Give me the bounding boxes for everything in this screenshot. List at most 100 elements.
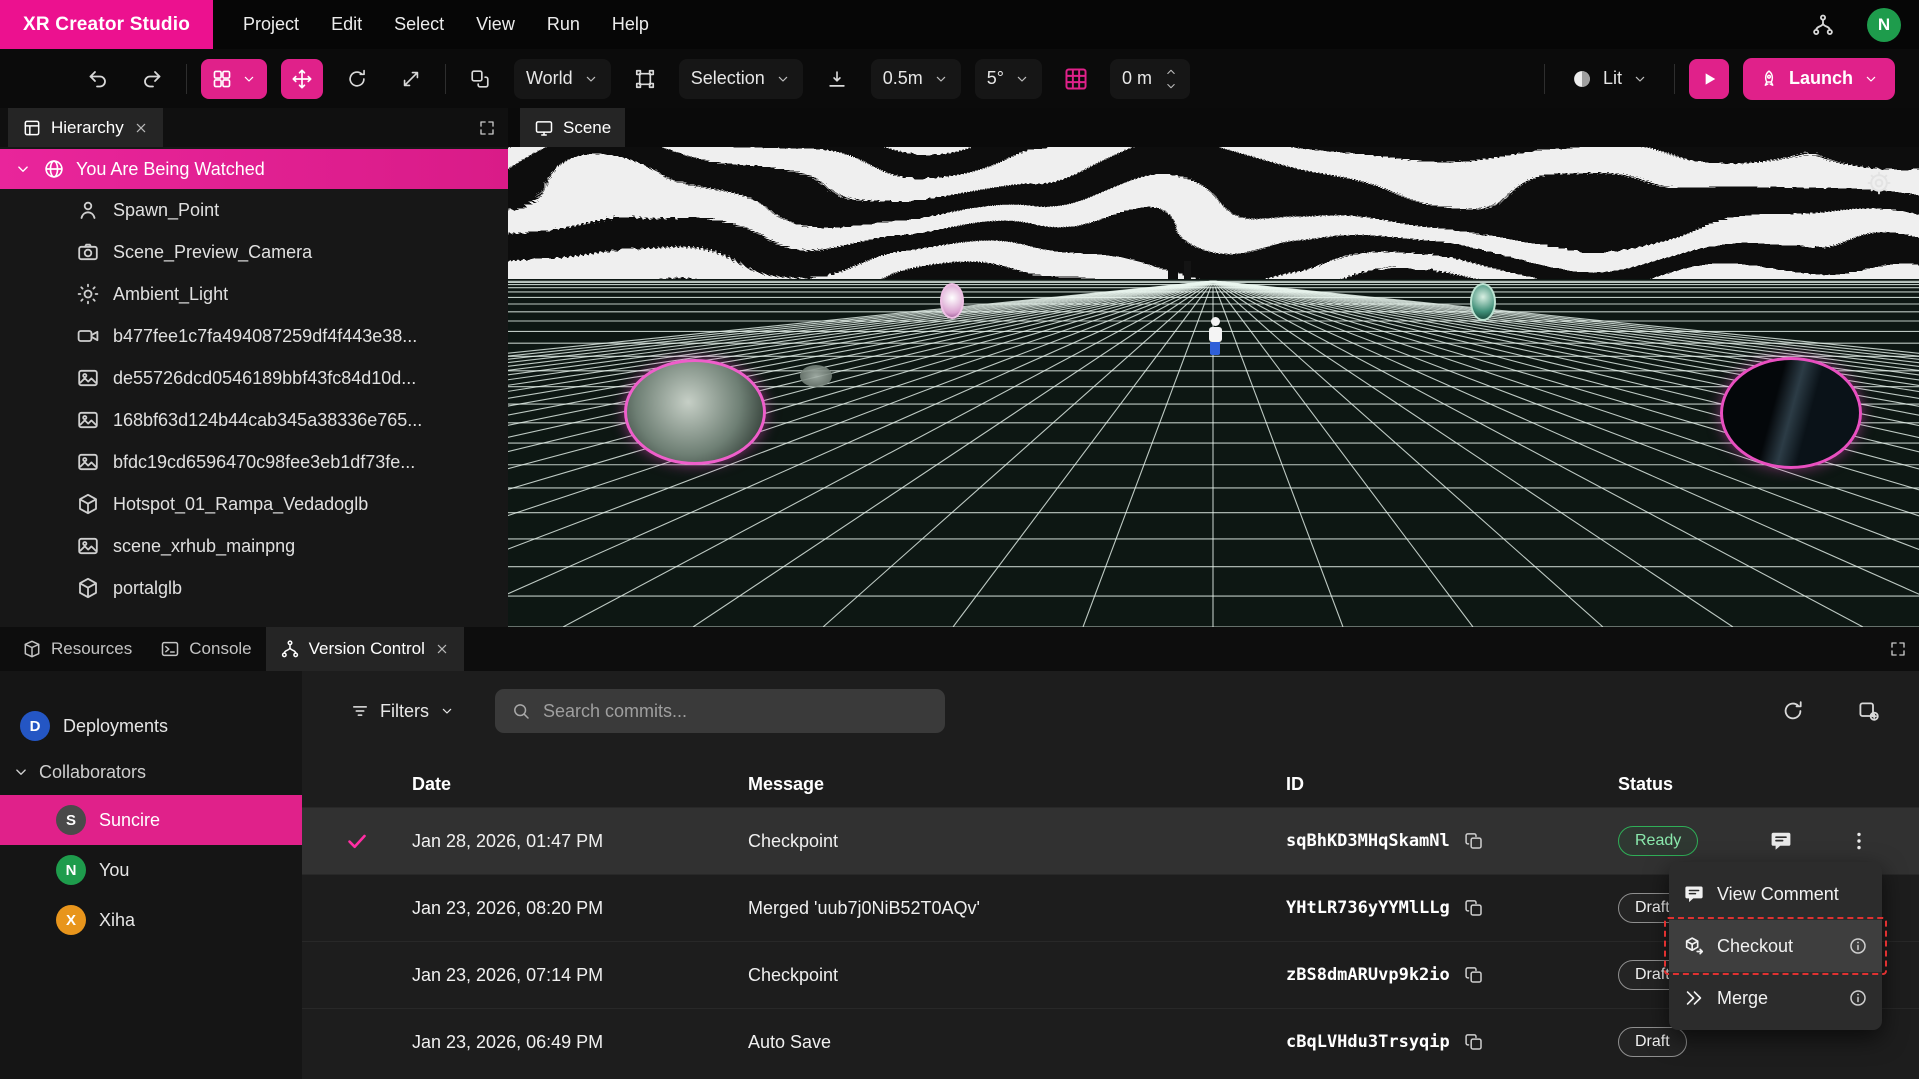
rotate-tool-button[interactable] [337, 59, 377, 99]
drop-to-ground-button[interactable] [817, 59, 857, 99]
tab-scene[interactable]: Scene [520, 108, 625, 147]
tab-console[interactable]: Console [146, 627, 265, 671]
video-icon [76, 324, 100, 348]
checkout-icon [1683, 935, 1705, 957]
copy-id-button[interactable] [1464, 1032, 1484, 1052]
undo-button[interactable] [78, 59, 118, 99]
play-icon [1699, 69, 1719, 89]
move-snap-select[interactable]: 0.5m [871, 59, 961, 99]
hierarchy-item-0[interactable]: Spawn_Point [0, 189, 508, 231]
hierarchy-item-3[interactable]: b477fee1c7fa494087259df4f443e38... [0, 315, 508, 357]
pivot-select[interactable]: Selection [679, 59, 803, 99]
tab-version-control-label: Version Control [309, 639, 425, 659]
collaborator-suncire[interactable]: S Suncire [0, 795, 302, 845]
redo-button[interactable] [132, 59, 172, 99]
collaborator-name: Suncire [99, 810, 160, 831]
menu-select[interactable]: Select [378, 0, 460, 49]
hierarchy-item-2[interactable]: Ambient_Light [0, 273, 508, 315]
hierarchy-item-7[interactable]: Hotspot_01_Rampa_Vedadoglb [0, 483, 508, 525]
rotate-snap-select[interactable]: 5° [975, 59, 1042, 99]
tab-version-control[interactable]: Version Control [266, 627, 464, 671]
render-mode-select[interactable]: Lit [1559, 59, 1660, 99]
menu-view[interactable]: View [460, 0, 531, 49]
commit-settings-button[interactable] [1849, 691, 1889, 731]
hierarchy-item-label: Ambient_Light [113, 284, 228, 305]
bottom-panel: Resources Console Version Control D Depl… [0, 627, 1919, 1079]
hierarchy-root-item[interactable]: You Are Being Watched [0, 149, 508, 189]
comment-button[interactable] [1769, 829, 1793, 853]
menu-project[interactable]: Project [227, 0, 315, 49]
menu-run[interactable]: Run [531, 0, 596, 49]
search-commits-input[interactable] [543, 701, 929, 722]
world-select[interactable]: World [514, 59, 611, 99]
close-icon[interactable] [133, 120, 149, 136]
copy-id-button[interactable] [1464, 898, 1484, 918]
transform-space-button[interactable] [460, 59, 500, 99]
decrement-icon[interactable] [1164, 79, 1178, 93]
light-icon [76, 282, 100, 306]
play-button[interactable] [1689, 59, 1729, 99]
copy-id-button[interactable] [1464, 965, 1484, 985]
menu-help[interactable]: Help [596, 0, 665, 49]
hierarchy-tree: You Are Being Watched Spawn_PointScene_P… [0, 147, 508, 627]
image-icon [76, 450, 100, 474]
increment-icon[interactable] [1164, 65, 1178, 79]
elevation-stepper[interactable]: 0 m [1110, 59, 1190, 99]
menu-edit[interactable]: Edit [315, 0, 378, 49]
hierarchy-item-6[interactable]: bfdc19cd6596470c98fee3eb1df73fe... [0, 441, 508, 483]
menu-bar: XR Creator Studio ProjectEditSelectViewR… [0, 0, 1919, 49]
portal-left[interactable] [624, 359, 766, 465]
tab-resources[interactable]: Resources [8, 627, 146, 671]
tab-console-label: Console [189, 639, 251, 659]
collaboration-graph-button[interactable] [1803, 5, 1843, 45]
hierarchy-item-4[interactable]: de55726dcd0546189bbf43fc84d10d... [0, 357, 508, 399]
hierarchy-item-5[interactable]: 168bf63d124b44cab345a38336e765... [0, 399, 508, 441]
collaborator-xiha[interactable]: X Xiha [0, 895, 302, 945]
portal-right[interactable] [1720, 357, 1862, 469]
scene-avatar[interactable] [1208, 317, 1222, 357]
move-snap-value: 0.5m [883, 68, 923, 89]
row-menu-button[interactable] [1847, 829, 1871, 853]
chevron-down-icon[interactable] [14, 160, 32, 178]
bottom-expand-button[interactable] [1889, 640, 1907, 658]
context-menu-item-checkout[interactable]: Checkout [1669, 920, 1882, 972]
scale-tool-button[interactable] [391, 59, 431, 99]
move-tool-button[interactable] [281, 59, 323, 99]
layout-grid-button[interactable] [201, 59, 267, 99]
filters-button[interactable]: Filters [350, 701, 455, 722]
snap-grid-button[interactable] [1056, 59, 1096, 99]
hierarchy-item-9[interactable]: portalglb [0, 567, 508, 609]
hierarchy-item-label: Hotspot_01_Rampa_Vedadoglb [113, 494, 368, 515]
context-menu-item-merge[interactable]: Merge [1669, 972, 1882, 1024]
hierarchy-item-8[interactable]: scene_xrhub_mainpng [0, 525, 508, 567]
scene-canvas[interactable] [508, 147, 1919, 627]
portal-small[interactable] [800, 365, 832, 387]
portal-teal[interactable] [1470, 283, 1496, 321]
rotate-snap-value: 5° [987, 68, 1004, 89]
col-status: Status [1618, 774, 1919, 795]
divider [1544, 64, 1545, 94]
tab-hierarchy[interactable]: Hierarchy [8, 108, 163, 147]
hierarchy-item-1[interactable]: Scene_Preview_Camera [0, 231, 508, 273]
search-commits-box[interactable] [495, 689, 945, 733]
avatar: X [56, 905, 86, 935]
status-badge: Ready [1618, 826, 1698, 856]
collaborators-group[interactable]: Collaborators [0, 749, 302, 795]
collaborator-you[interactable]: N You [0, 845, 302, 895]
user-avatar[interactable]: N [1867, 8, 1901, 42]
pivot-select-value: Selection [691, 68, 765, 89]
portal-pink[interactable] [940, 283, 964, 319]
scene-settings-button[interactable] [1859, 163, 1899, 203]
redo-icon [140, 67, 164, 91]
refresh-button[interactable] [1773, 691, 1813, 731]
launch-button[interactable]: Launch [1743, 58, 1895, 100]
bounds-button[interactable] [625, 59, 665, 99]
hierarchy-expand-button[interactable] [478, 119, 496, 137]
commits-table-header: Date Message ID Status [302, 761, 1919, 807]
copy-id-button[interactable] [1464, 831, 1484, 851]
close-icon[interactable] [434, 641, 450, 657]
context-menu-item-view-comment[interactable]: View Comment [1669, 868, 1882, 920]
sidebar-item-deployments[interactable]: D Deployments [0, 703, 302, 749]
commit-message: Checkpoint [748, 965, 1286, 986]
gear-icon [1866, 170, 1892, 196]
